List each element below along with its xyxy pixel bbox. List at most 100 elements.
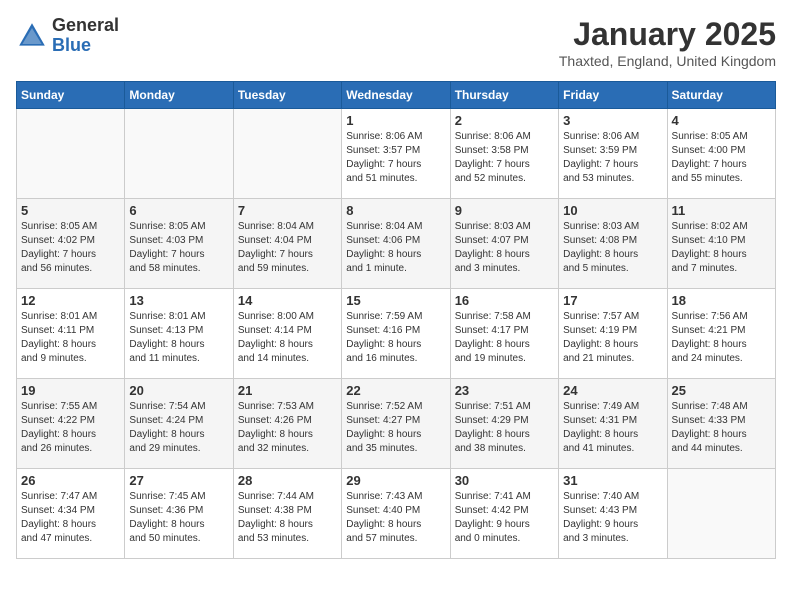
day-info: Sunrise: 8:01 AM Sunset: 4:13 PM Dayligh… [129,310,228,366]
calendar-cell: 4 Sunrise: 8:05 AM Sunset: 4:00 PM Daylig… [667,109,775,199]
calendar-cell: 12 Sunrise: 8:01 AM Sunset: 4:11 PM Dayli… [17,289,125,379]
calendar-cell: 5Sunrise: 8:05 AM Sunset: 4:02 PM Daylig… [17,199,125,289]
day-info: Sunrise: 7:55 AM Sunset: 4:22 PM Dayligh… [21,400,120,456]
day-info: Sunrise: 7:45 AM Sunset: 4:36 PM Dayligh… [129,490,228,546]
weekday-header: Tuesday [233,82,341,109]
day-info: Sunrise: 8:03 AM Sunset: 4:08 PM Dayligh… [563,220,662,276]
calendar-cell [17,109,125,199]
calendar-cell: 3 Sunrise: 8:06 AM Sunset: 3:59 PM Daylig… [559,109,667,199]
month-title: January 2025 [559,16,776,53]
calendar-cell: 30 Sunrise: 7:41 AM Sunset: 4:42 PM Dayli… [450,469,558,559]
day-number: 7 [238,203,337,218]
calendar-week-row: 1 Sunrise: 8:06 AM Sunset: 3:57 PM Daylig… [17,109,776,199]
calendar-table: SundayMondayTuesdayWednesdayThursdayFrid… [16,81,776,559]
calendar-cell [233,109,341,199]
logo: General Blue [16,16,119,56]
calendar-cell: 31 Sunrise: 7:40 AM Sunset: 4:43 PM Dayli… [559,469,667,559]
day-number: 17 [563,293,662,308]
calendar-cell: 25Sunrise: 7:48 AM Sunset: 4:33 PM Dayli… [667,379,775,469]
day-info: Sunrise: 7:49 AM Sunset: 4:31 PM Dayligh… [563,400,662,456]
day-info: Sunrise: 7:53 AM Sunset: 4:26 PM Dayligh… [238,400,337,456]
day-number: 25 [672,383,771,398]
day-info: Sunrise: 8:06 AM Sunset: 3:57 PM Dayligh… [346,130,445,186]
day-number: 5 [21,203,120,218]
day-info: Sunrise: 7:47 AM Sunset: 4:34 PM Dayligh… [21,490,120,546]
day-number: 2 [455,113,554,128]
calendar-cell: 13 Sunrise: 8:01 AM Sunset: 4:13 PM Dayli… [125,289,233,379]
calendar-cell: 8 Sunrise: 8:04 AM Sunset: 4:06 PM Daylig… [342,199,450,289]
day-number: 23 [455,383,554,398]
calendar-cell: 9 Sunrise: 8:03 AM Sunset: 4:07 PM Daylig… [450,199,558,289]
calendar-cell: 16 Sunrise: 7:58 AM Sunset: 4:17 PM Dayli… [450,289,558,379]
day-number: 9 [455,203,554,218]
title-block: January 2025 Thaxted, England, United Ki… [559,16,776,69]
calendar-cell: 7 Sunrise: 8:04 AM Sunset: 4:04 PM Daylig… [233,199,341,289]
day-number: 18 [672,293,771,308]
day-info: Sunrise: 8:04 AM Sunset: 4:06 PM Dayligh… [346,220,445,276]
day-info: Sunrise: 7:52 AM Sunset: 4:27 PM Dayligh… [346,400,445,456]
day-info: Sunrise: 8:01 AM Sunset: 4:11 PM Dayligh… [21,310,120,366]
day-info: Sunrise: 7:51 AM Sunset: 4:29 PM Dayligh… [455,400,554,456]
weekday-header: Monday [125,82,233,109]
calendar-cell: 27 Sunrise: 7:45 AM Sunset: 4:36 PM Dayli… [125,469,233,559]
calendar-cell: 24 Sunrise: 7:49 AM Sunset: 4:31 PM Dayli… [559,379,667,469]
day-info: Sunrise: 7:58 AM Sunset: 4:17 PM Dayligh… [455,310,554,366]
logo-blue-text: Blue [52,36,119,56]
calendar-cell: 20 Sunrise: 7:54 AM Sunset: 4:24 PM Dayli… [125,379,233,469]
weekday-header: Friday [559,82,667,109]
calendar-cell: 11Sunrise: 8:02 AM Sunset: 4:10 PM Dayli… [667,199,775,289]
day-info: Sunrise: 7:54 AM Sunset: 4:24 PM Dayligh… [129,400,228,456]
day-info: Sunrise: 8:04 AM Sunset: 4:04 PM Dayligh… [238,220,337,276]
day-number: 31 [563,473,662,488]
day-info: Sunrise: 7:44 AM Sunset: 4:38 PM Dayligh… [238,490,337,546]
calendar-cell: 21Sunrise: 7:53 AM Sunset: 4:26 PM Dayli… [233,379,341,469]
calendar-cell [125,109,233,199]
calendar-cell: 1 Sunrise: 8:06 AM Sunset: 3:57 PM Daylig… [342,109,450,199]
day-number: 8 [346,203,445,218]
location: Thaxted, England, United Kingdom [559,53,776,69]
page-header: General Blue January 2025 Thaxted, Engla… [16,16,776,69]
logo-general-text: General [52,16,119,36]
day-number: 27 [129,473,228,488]
calendar-week-row: 26 Sunrise: 7:47 AM Sunset: 4:34 PM Dayli… [17,469,776,559]
day-number: 19 [21,383,120,398]
day-number: 16 [455,293,554,308]
weekday-header: Sunday [17,82,125,109]
calendar-cell: 29 Sunrise: 7:43 AM Sunset: 4:40 PM Dayli… [342,469,450,559]
calendar-cell: 2Sunrise: 8:06 AM Sunset: 3:58 PM Daylig… [450,109,558,199]
calendar-cell: 17Sunrise: 7:57 AM Sunset: 4:19 PM Dayli… [559,289,667,379]
day-number: 12 [21,293,120,308]
day-number: 3 [563,113,662,128]
logo-icon [16,20,48,52]
day-number: 1 [346,113,445,128]
calendar-week-row: 12 Sunrise: 8:01 AM Sunset: 4:11 PM Dayli… [17,289,776,379]
day-info: Sunrise: 8:00 AM Sunset: 4:14 PM Dayligh… [238,310,337,366]
day-info: Sunrise: 7:56 AM Sunset: 4:21 PM Dayligh… [672,310,771,366]
day-info: Sunrise: 8:02 AM Sunset: 4:10 PM Dayligh… [672,220,771,276]
day-number: 26 [21,473,120,488]
day-number: 20 [129,383,228,398]
calendar-cell: 22Sunrise: 7:52 AM Sunset: 4:27 PM Dayli… [342,379,450,469]
day-number: 13 [129,293,228,308]
day-info: Sunrise: 8:03 AM Sunset: 4:07 PM Dayligh… [455,220,554,276]
calendar-week-row: 19 Sunrise: 7:55 AM Sunset: 4:22 PM Dayli… [17,379,776,469]
day-number: 30 [455,473,554,488]
day-info: Sunrise: 7:41 AM Sunset: 4:42 PM Dayligh… [455,490,554,546]
calendar-cell: 15Sunrise: 7:59 AM Sunset: 4:16 PM Dayli… [342,289,450,379]
day-number: 29 [346,473,445,488]
calendar-cell: 19 Sunrise: 7:55 AM Sunset: 4:22 PM Dayli… [17,379,125,469]
day-info: Sunrise: 7:40 AM Sunset: 4:43 PM Dayligh… [563,490,662,546]
day-info: Sunrise: 8:05 AM Sunset: 4:00 PM Dayligh… [672,130,771,186]
weekday-header: Thursday [450,82,558,109]
calendar-cell: 26 Sunrise: 7:47 AM Sunset: 4:34 PM Dayli… [17,469,125,559]
day-number: 14 [238,293,337,308]
calendar-cell: 28Sunrise: 7:44 AM Sunset: 4:38 PM Dayli… [233,469,341,559]
day-info: Sunrise: 7:43 AM Sunset: 4:40 PM Dayligh… [346,490,445,546]
header-row: SundayMondayTuesdayWednesdayThursdayFrid… [17,82,776,109]
day-info: Sunrise: 8:06 AM Sunset: 3:59 PM Dayligh… [563,130,662,186]
weekday-header: Wednesday [342,82,450,109]
day-number: 24 [563,383,662,398]
day-number: 6 [129,203,228,218]
calendar-cell: 18 Sunrise: 7:56 AM Sunset: 4:21 PM Dayli… [667,289,775,379]
day-number: 4 [672,113,771,128]
